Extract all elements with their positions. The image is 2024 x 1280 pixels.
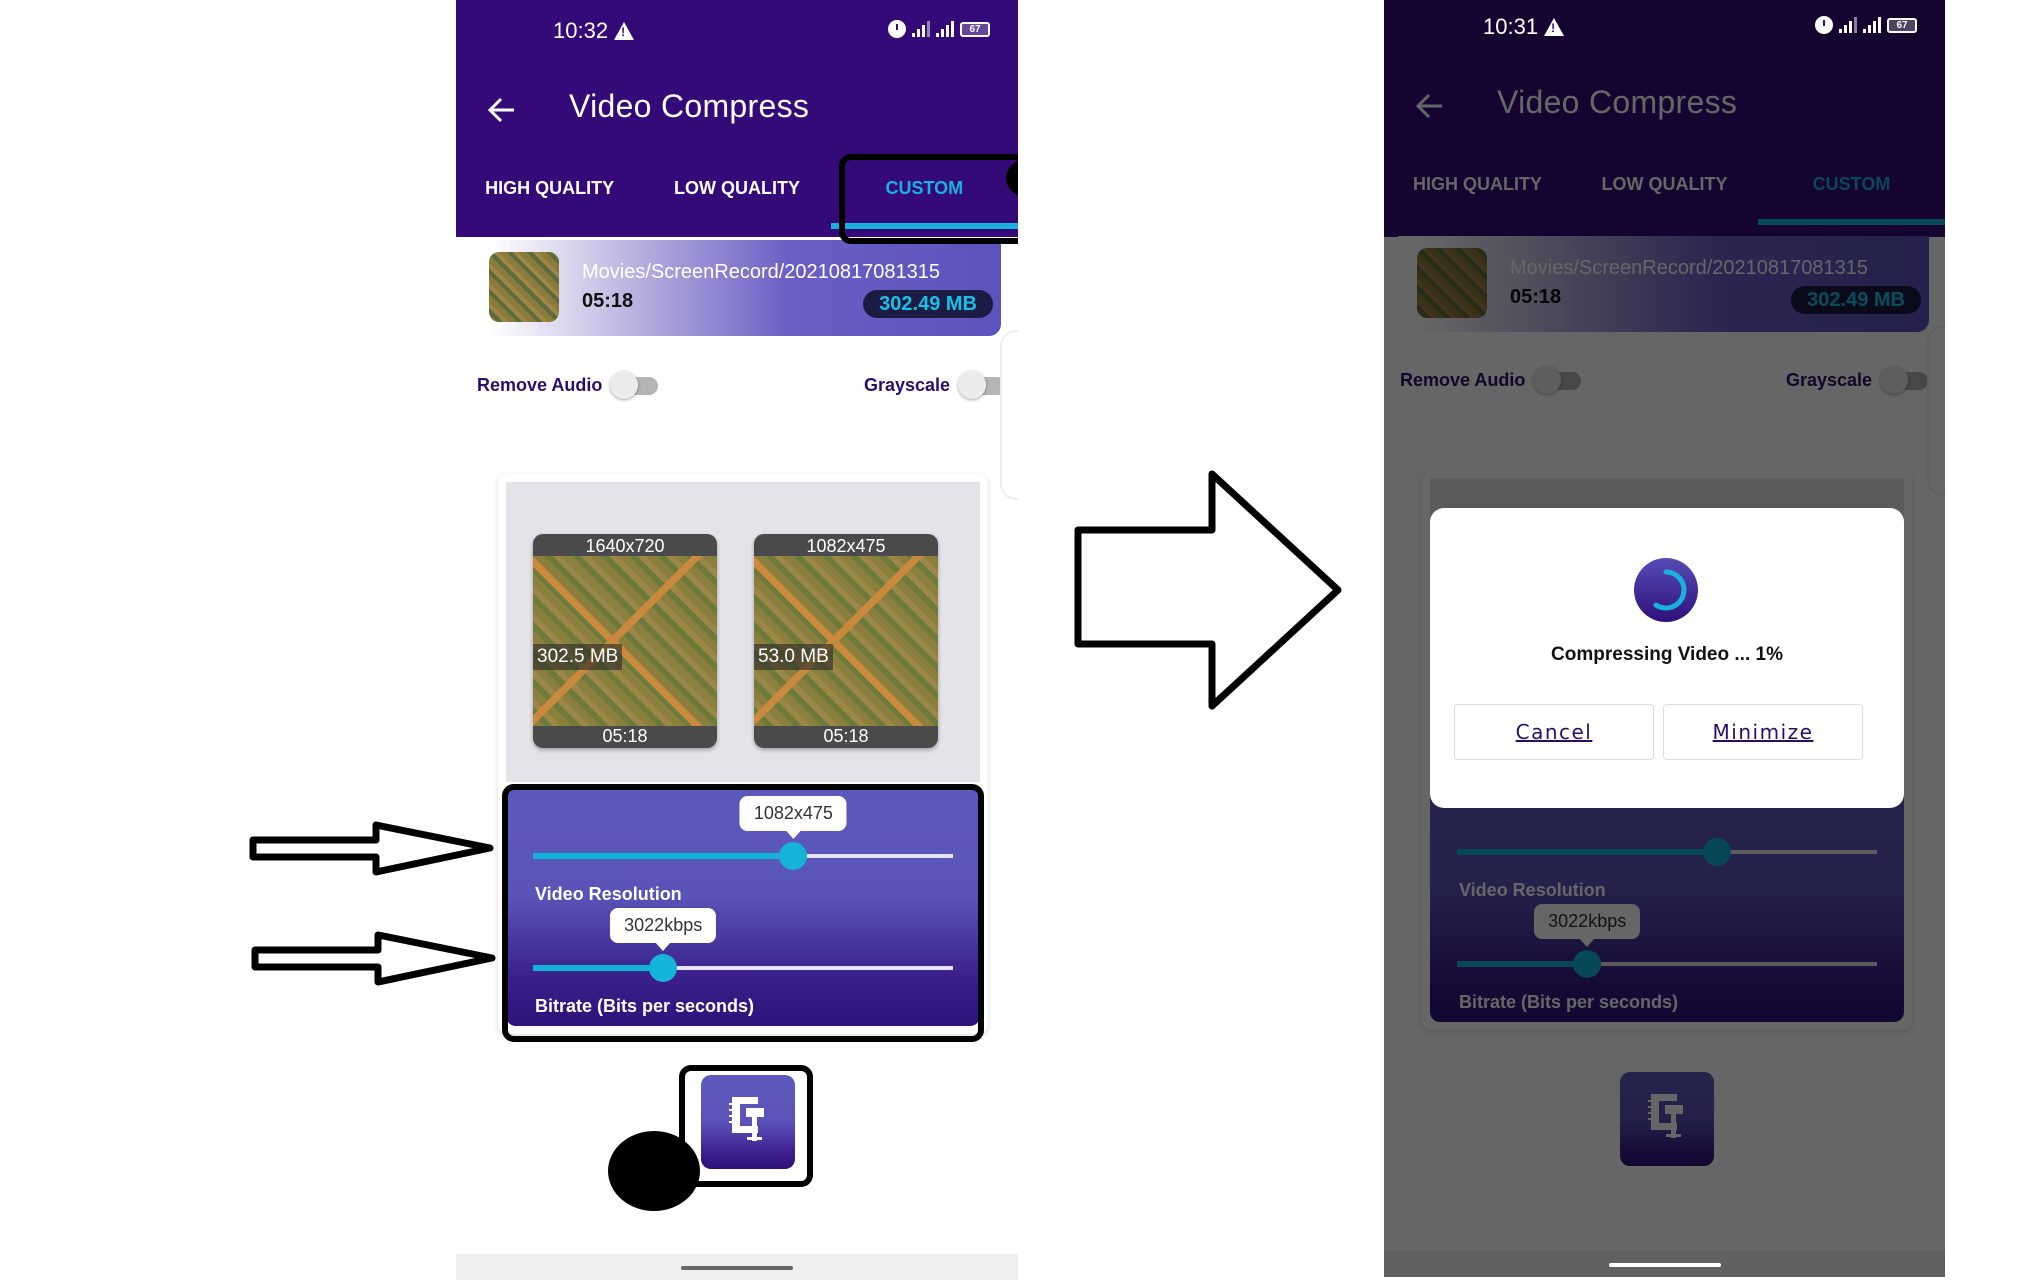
preview-area: 1640x720 302.5 MB 05:18 1082x475 53.0 MB… <box>506 482 980 782</box>
status-time: 10:32 <box>553 18 609 43</box>
video-thumbnail <box>489 252 559 322</box>
page-title: Video Compress <box>569 88 810 124</box>
preview-resolution: 1082x475 <box>806 536 886 556</box>
alarm-icon <box>1815 16 1833 34</box>
warning-icon <box>614 22 635 40</box>
progress-message: Compressing Video ... 1% <box>1551 644 1783 665</box>
remove-audio-option: Remove Audio <box>477 365 660 405</box>
file-path: Movies/ScreenRecord/20210817081315 <box>582 261 941 283</box>
preview-duration: 05:18 <box>602 726 648 746</box>
battery-icon: 67 <box>960 21 990 37</box>
marker-dot <box>608 1131 700 1211</box>
bitrate-value-bubble: 3022kbps <box>610 908 717 951</box>
progress-spinner-icon <box>1634 558 1698 622</box>
preview-compressed: 1082x475 53.0 MB 05:18 <box>754 534 938 748</box>
back-arrow-icon[interactable] <box>484 92 520 128</box>
slider-knob[interactable] <box>649 954 678 982</box>
bitrate-label: Bitrate (Bits per seconds) <box>535 996 755 1016</box>
preview-resolution: 1640x720 <box>585 536 665 556</box>
signal-icon <box>912 21 930 37</box>
phone-screen-after: 10:31 67 Video Compress HIGH QUALITY LOW… <box>1384 0 1945 1277</box>
tab-high-quality[interactable]: HIGH QUALITY <box>456 160 643 237</box>
navigation-bar <box>456 1254 1018 1280</box>
preview-image <box>754 556 938 726</box>
grayscale-label: Grayscale <box>864 374 951 395</box>
toolbar: Video Compress <box>456 70 1018 150</box>
cancel-button[interactable]: Cancel <box>1454 704 1654 760</box>
minimize-button[interactable]: Minimize <box>1663 704 1863 760</box>
signal-icon <box>936 21 954 37</box>
phone-screen-before: 10:32 67 Video Compress HIGH QUALITY LOW… <box>456 0 1018 1280</box>
edge-panel-handle[interactable] <box>1000 330 1018 500</box>
status-time: 10:31 <box>1483 14 1539 39</box>
file-size-badge: 302.49 MB <box>863 290 993 318</box>
preview-duration: 05:18 <box>823 726 869 746</box>
preview-image <box>533 556 717 726</box>
preview-size: 302.5 MB <box>533 644 623 670</box>
status-bar: 10:31 67 <box>1384 0 1945 60</box>
sliders-panel: 1082x475 Video Resolution 3022kbps Bitra… <box>506 788 980 1026</box>
clamp-icon <box>729 1097 764 1141</box>
transition-arrow-icon <box>1074 470 1342 710</box>
tab-custom[interactable]: CUSTOM <box>830 160 1018 237</box>
preview-original: 1640x720 302.5 MB 05:18 <box>533 534 717 748</box>
bitrate-slider[interactable]: 3022kbps <box>533 908 953 983</box>
file-info-card: Movies/ScreenRecord/20210817081315 05:18… <box>470 240 1001 336</box>
slider-fill <box>533 853 794 859</box>
grayscale-option: Grayscale <box>864 365 1008 405</box>
file-duration: 05:18 <box>582 290 634 312</box>
home-gesture-handle[interactable] <box>681 1266 793 1270</box>
custom-settings-card: 1640x720 302.5 MB 05:18 1082x475 53.0 MB… <box>498 474 988 1034</box>
resolution-value-bubble: 1082x475 <box>739 796 847 839</box>
slider-knob[interactable] <box>779 842 808 870</box>
warning-icon <box>1544 18 1565 36</box>
remove-audio-label: Remove Audio <box>477 374 603 395</box>
home-gesture-handle[interactable] <box>1608 1263 1721 1267</box>
compress-button[interactable] <box>701 1075 795 1169</box>
signal-icon <box>1839 17 1857 33</box>
preview-size: 53.0 MB <box>754 644 833 670</box>
status-bar: 10:32 67 <box>456 0 1018 60</box>
remove-audio-toggle[interactable] <box>610 371 660 399</box>
resolution-slider[interactable]: 1082x475 <box>533 796 953 871</box>
battery-icon: 67 <box>1887 17 1917 33</box>
tab-low-quality[interactable]: LOW QUALITY <box>643 160 830 237</box>
app-bar: 10:32 67 Video Compress HIGH QUALITY LOW… <box>456 0 1018 237</box>
compress-progress-dialog: Compressing Video ... 1% Cancel Minimize <box>1430 508 1904 808</box>
slider-fill <box>533 965 664 971</box>
quality-tabs: HIGH QUALITY LOW QUALITY CUSTOM <box>456 160 1018 237</box>
signal-icon <box>1863 17 1881 33</box>
resolution-label: Video Resolution <box>535 884 682 904</box>
alarm-icon <box>888 20 906 38</box>
